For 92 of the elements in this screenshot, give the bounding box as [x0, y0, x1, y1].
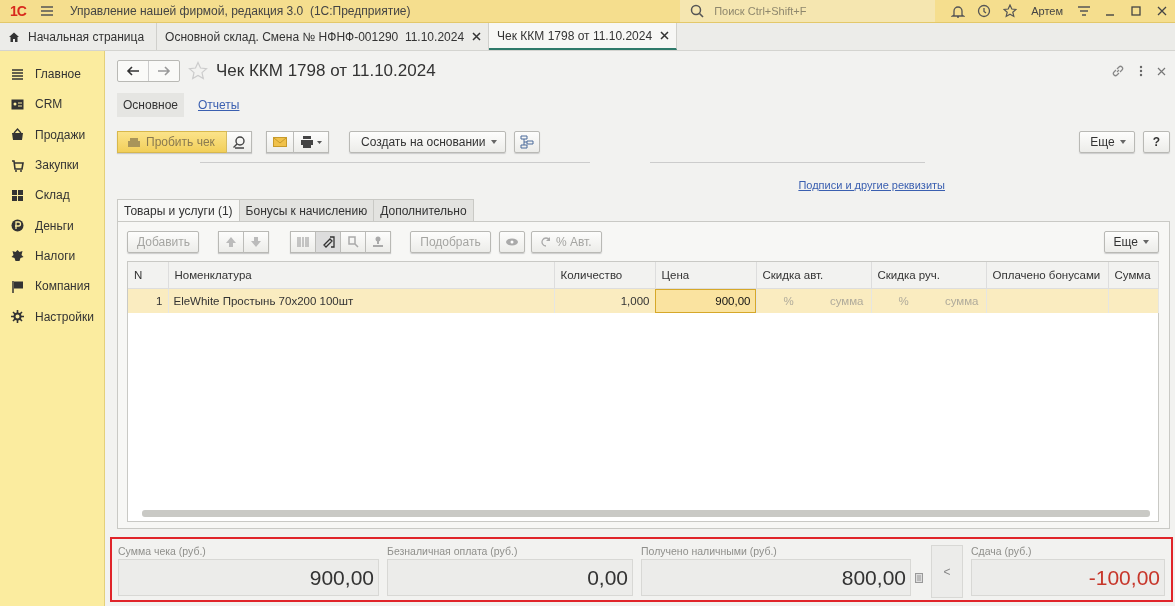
open-tab[interactable]: Чек ККМ 1798 от 11.10.2024: [489, 23, 678, 50]
column-header[interactable]: N: [128, 262, 168, 289]
hint-text: сумма: [944, 295, 979, 307]
search-icon: [232, 135, 246, 149]
close-icon[interactable]: [1155, 4, 1169, 18]
field-label: Получено наличными (руб.): [641, 545, 778, 559]
star-icon[interactable]: [1003, 4, 1018, 18]
maximize-icon[interactable]: [1129, 4, 1143, 18]
column-header[interactable]: Количество: [554, 262, 655, 289]
hint-text: сумма: [829, 295, 864, 307]
ruble-coin-icon[interactable]: [11, 219, 24, 233]
flag-icon[interactable]: [11, 279, 24, 293]
more-button[interactable]: Еще: [1103, 231, 1159, 253]
list-icon[interactable]: [11, 67, 24, 81]
filter-icon[interactable]: [1077, 4, 1091, 18]
create-based-on-button[interactable]: Создать на основании: [349, 131, 506, 153]
link-icon[interactable]: [1111, 64, 1125, 78]
help-button[interactable]: ?: [1142, 131, 1170, 153]
column-header[interactable]: Оплачено бонусами: [986, 262, 1108, 289]
app-logo: 1С: [10, 3, 26, 19]
sidebar-item[interactable]: Склад: [35, 188, 70, 203]
cash-register-icon: [127, 137, 141, 147]
scale-icon: [345, 235, 361, 249]
form-title: Чек ККМ 1798 от 11.10.2024: [216, 61, 436, 81]
more-button[interactable]: Еще: [1079, 131, 1135, 153]
sidebar-item[interactable]: CRM: [35, 97, 63, 112]
table-cell: 1: [128, 288, 168, 313]
details-link[interactable]: Подписи и другие реквизиты: [798, 179, 945, 191]
emblem-icon[interactable]: [11, 249, 24, 263]
tab[interactable]: Бонусы к начислению: [238, 199, 375, 221]
structure-icon: [519, 135, 534, 149]
history-icon[interactable]: [977, 4, 992, 18]
tab[interactable]: Товары и услуги (1): [117, 199, 240, 221]
move-down-icon: [248, 235, 264, 249]
search-button[interactable]: [227, 131, 252, 153]
envelope-icon: [273, 137, 287, 147]
barcode-icon: [295, 235, 311, 249]
printer-icon: [300, 136, 322, 148]
caret-icon: [1143, 240, 1149, 244]
amount-field[interactable]: 900,00: [118, 559, 379, 596]
home-icon: [8, 30, 20, 43]
field-label: Безналичная оплата (руб.): [387, 545, 519, 559]
caret-icon: [490, 140, 497, 144]
more-vertical-icon[interactable]: [1139, 65, 1143, 77]
close-icon[interactable]: [660, 31, 670, 40]
hint-text: %: [783, 295, 794, 307]
column-header[interactable]: Сумма: [1108, 262, 1158, 289]
app-title: Управление нашей фирмой, редакция 3.0 (1С:Предприятие): [69, 4, 411, 18]
calculator-icon[interactable]: [915, 572, 923, 583]
field-label: Сумма чека (руб.): [118, 545, 207, 559]
menu-icon[interactable]: [39, 5, 54, 17]
column-header[interactable]: Скидка авт.: [756, 262, 871, 289]
field-label: Сдача (руб.): [971, 545, 1033, 559]
sidebar-item[interactable]: Продажи: [35, 127, 86, 142]
section-tab[interactable]: Основное: [117, 93, 184, 117]
amount-field[interactable]: 800,00: [641, 559, 911, 596]
open-tab[interactable]: Начальная страница: [0, 23, 158, 50]
table-cell: 1,000: [554, 288, 655, 313]
column-header[interactable]: Скидка руч.: [871, 262, 986, 289]
move-up-icon: [223, 235, 239, 249]
sidebar-item[interactable]: Главное: [35, 67, 81, 82]
user-name[interactable]: Артем: [1031, 5, 1063, 17]
refresh-icon: [541, 237, 551, 247]
sidebar-item[interactable]: Деньги: [35, 218, 74, 233]
settings-icon[interactable]: [11, 310, 24, 323]
amount-field[interactable]: 0,00: [387, 559, 633, 596]
grid-icon[interactable]: [11, 188, 24, 202]
table-cell: EleWhite Простынь 70х200 100шт: [168, 288, 554, 313]
sidebar-item[interactable]: Компания: [35, 279, 90, 294]
bell-icon[interactable]: [951, 4, 966, 18]
stamp-icon: [370, 235, 386, 249]
print-button[interactable]: [294, 131, 329, 153]
sidebar-item[interactable]: Настройки: [35, 309, 94, 324]
search-placeholder: Поиск Ctrl+Shift+F: [714, 5, 807, 17]
caret-icon: [1119, 140, 1126, 144]
tab[interactable]: Дополнительно: [373, 199, 474, 221]
table-cell: 900,00: [655, 288, 756, 313]
hint-text: %: [898, 295, 909, 307]
cart-icon[interactable]: [11, 158, 24, 172]
column-header[interactable]: Номенклатура: [168, 262, 554, 289]
basket-icon[interactable]: [11, 128, 24, 142]
structure-button[interactable]: [513, 131, 540, 153]
sidebar-item[interactable]: Закупки: [35, 158, 79, 173]
horizontal-scrollbar[interactable]: [142, 510, 1150, 517]
contact-card-icon[interactable]: [11, 97, 24, 111]
section-link[interactable]: Отчеты: [192, 93, 246, 117]
column-header[interactable]: Цена: [655, 262, 756, 289]
close-icon[interactable]: [472, 32, 482, 41]
search-icon: [690, 4, 705, 18]
scanner-button[interactable]: [316, 231, 341, 253]
sidebar-item[interactable]: Налоги: [35, 248, 76, 263]
amount-field[interactable]: -100,00: [971, 559, 1165, 596]
